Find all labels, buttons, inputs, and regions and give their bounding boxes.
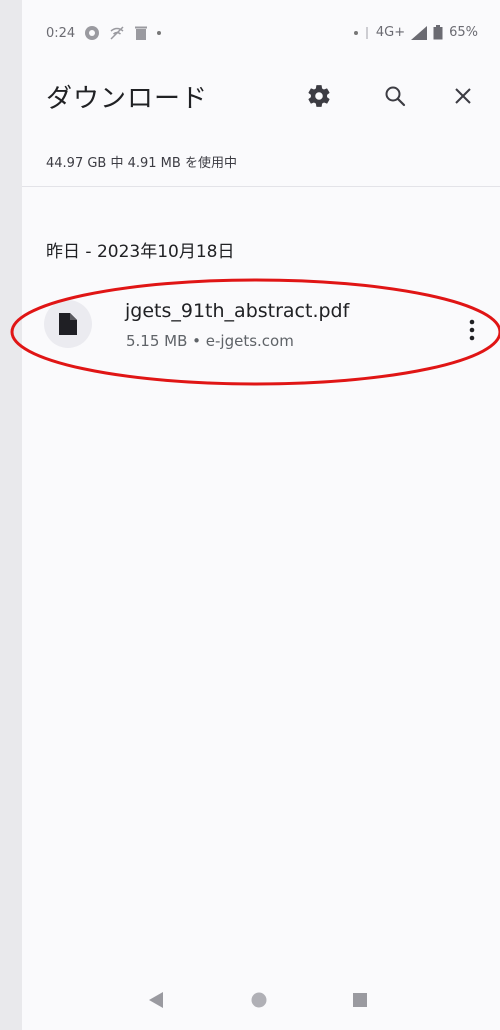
file-icon <box>59 313 77 335</box>
home-circle-icon <box>251 992 267 1008</box>
file-icon-container <box>44 300 92 348</box>
close-icon <box>455 88 471 104</box>
status-bar-right: 4G+ 65% <box>353 25 478 40</box>
home-button[interactable] <box>243 984 275 1016</box>
recents-button[interactable] <box>344 984 376 1016</box>
search-button[interactable] <box>378 79 412 113</box>
battery-percent: 65% <box>449 25 478 40</box>
storage-usage: 44.97 GB 中 4.91 MB を使用中 <box>46 156 237 171</box>
status-bar-left: 0:24 <box>46 25 162 41</box>
download-item[interactable]: jgets_91th_abstract.pdf 5.15 MB • e-jget… <box>22 290 500 370</box>
close-button[interactable] <box>446 79 480 113</box>
status-bar: 0:24 4G+ 65% <box>22 0 500 66</box>
network-type: 4G+ <box>375 25 406 40</box>
search-icon <box>385 86 406 107</box>
wifi-off-icon <box>110 26 124 40</box>
date-section-header: 昨日 - 2023年10月18日 <box>46 242 235 262</box>
navigation-bar <box>22 970 500 1030</box>
status-dot-icon <box>353 30 358 35</box>
toolbar: ダウンロード <box>22 66 500 128</box>
back-button[interactable] <box>140 984 172 1016</box>
file-meta: 5.15 MB • e-jgets.com <box>126 332 294 350</box>
page-title: ダウンロード <box>46 84 209 114</box>
battery-icon <box>433 25 443 40</box>
signal-icon <box>411 25 428 40</box>
notification-dot-icon <box>157 31 162 35</box>
back-triangle-icon <box>149 992 163 1008</box>
phone-screen: 0:24 4G+ 65% ダウンロード 44.97 GB 中 4.91 MB を… <box>10 0 500 1030</box>
data-arrows-icon <box>366 26 368 39</box>
trash-icon <box>135 26 148 40</box>
settings-button[interactable] <box>302 79 336 113</box>
recents-square-icon <box>353 993 367 1007</box>
status-time: 0:24 <box>46 25 76 41</box>
record-icon <box>85 26 100 40</box>
gear-icon <box>308 85 330 107</box>
more-vert-icon <box>469 319 475 341</box>
divider <box>22 186 500 187</box>
file-name: jgets_91th_abstract.pdf <box>125 300 350 322</box>
more-options-button[interactable] <box>458 312 486 348</box>
